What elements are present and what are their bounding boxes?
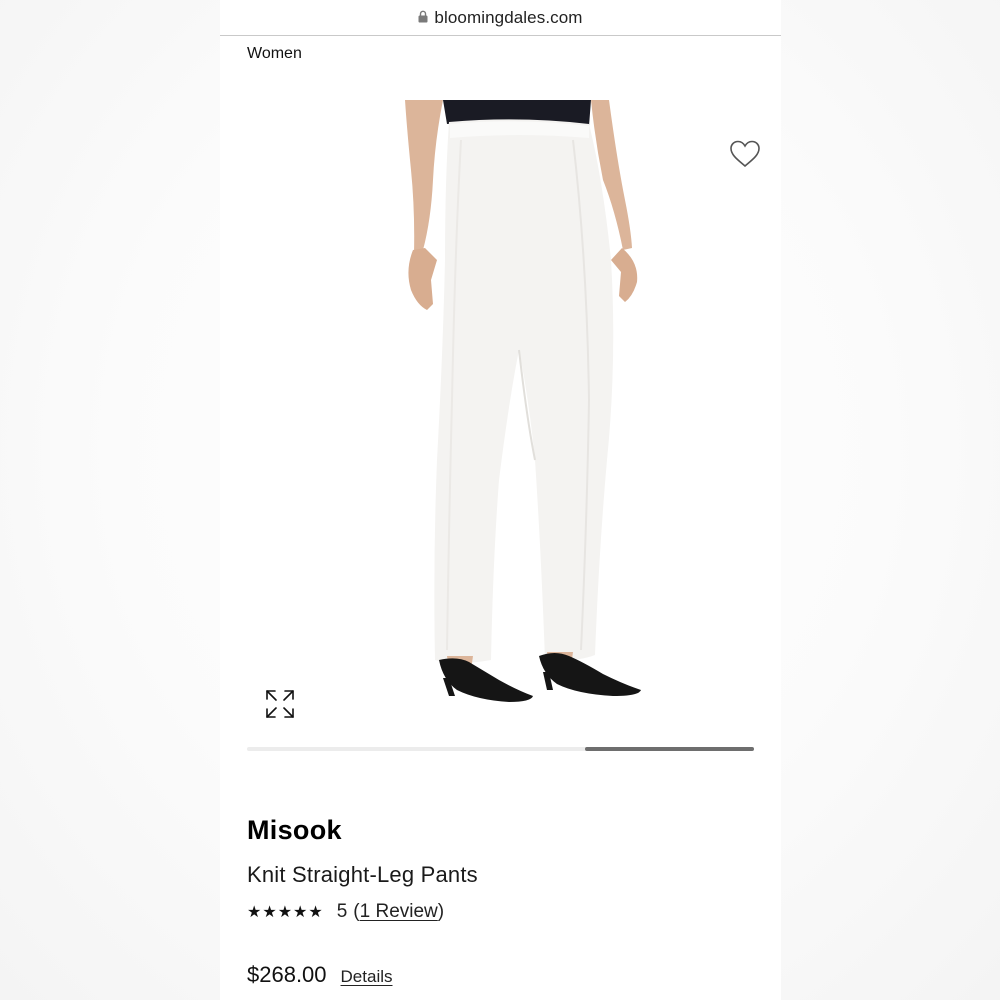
- reviews-link[interactable]: 1 Review: [360, 901, 438, 923]
- image-carousel-scrollbar[interactable]: [247, 747, 754, 751]
- product-price: $268.00: [247, 962, 327, 987]
- rating-value: 5: [336, 901, 348, 922]
- lock-icon: [418, 10, 428, 23]
- heart-outline-icon[interactable]: [728, 138, 762, 170]
- rating-row: ★★★★★ 5 ( 1 Review ): [247, 901, 444, 923]
- browser-url-bar[interactable]: bloomingdales.com: [220, 0, 781, 36]
- product-image: [405, 100, 641, 702]
- browser-url-text: bloomingdales.com: [434, 7, 583, 27]
- details-link[interactable]: Details: [341, 967, 393, 987]
- expand-arrows-icon[interactable]: [264, 688, 296, 720]
- price-row: $268.00 Details: [247, 962, 393, 988]
- image-carousel-scroll-thumb[interactable]: [585, 747, 754, 751]
- mobile-screen: bloomingdales.com Women Misook Knit Stra…: [220, 0, 781, 1000]
- product-brand[interactable]: Misook: [247, 815, 342, 846]
- rating-close-paren: ): [437, 901, 445, 922]
- product-image-gallery[interactable]: [247, 100, 760, 735]
- star-rating-icon: ★★★★★: [247, 904, 324, 921]
- product-title: Knit Straight-Leg Pants: [247, 862, 478, 887]
- breadcrumb-women[interactable]: Women: [247, 45, 302, 63]
